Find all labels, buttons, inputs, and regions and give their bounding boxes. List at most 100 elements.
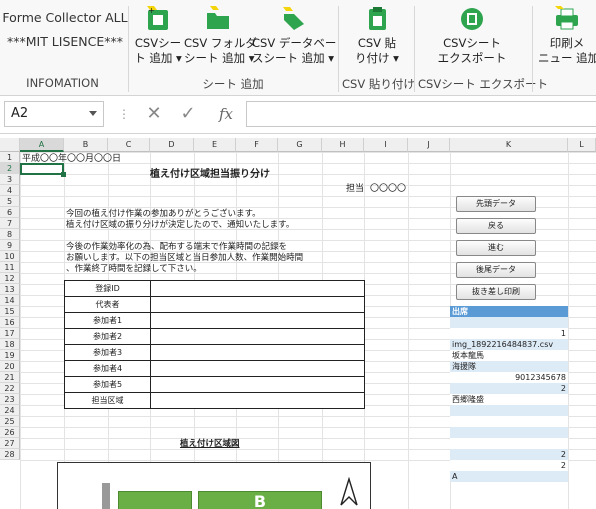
- column-header-f[interactable]: F: [236, 138, 278, 152]
- table-value-cell[interactable]: [150, 392, 365, 409]
- row-header-19[interactable]: 19: [0, 350, 20, 361]
- table-label-cell[interactable]: 代表者: [64, 296, 151, 313]
- column-header-g[interactable]: G: [278, 138, 322, 152]
- column-header-c[interactable]: C: [108, 138, 150, 152]
- formula-input[interactable]: [246, 101, 596, 127]
- row-header-18[interactable]: 18: [0, 339, 20, 350]
- selected-cell[interactable]: [20, 163, 64, 175]
- tanto-label[interactable]: 担当: [346, 181, 364, 194]
- csv-sheet-export-button[interactable]: CSVシート エクスポート: [420, 4, 524, 66]
- table-value-cell[interactable]: [150, 360, 365, 377]
- notice-line-5[interactable]: 、作業終了時間を記録して下さい。: [66, 262, 202, 274]
- column-header-i[interactable]: I: [364, 138, 408, 152]
- k-data-cell[interactable]: 9012345678: [450, 372, 568, 383]
- k-data-cell[interactable]: 1: [450, 328, 568, 339]
- row-header-8[interactable]: 8: [0, 229, 20, 240]
- table-label-cell[interactable]: 参加者1: [64, 312, 151, 329]
- k-data-cell[interactable]: [450, 317, 568, 328]
- row-header-20[interactable]: 20: [0, 361, 20, 372]
- map-title[interactable]: 植え付け区域図: [180, 437, 240, 449]
- print-menu-add-button[interactable]: 印刷メ ニュー 追加: [538, 4, 596, 66]
- spreadsheet-grid[interactable]: ABCDEFGHIJKL 1 2 3 4 5 6 7 8 9 10 11 12 13 14 15 16 17 18…: [0, 134, 596, 509]
- chevron-down-icon[interactable]: [89, 111, 97, 116]
- row-header-6[interactable]: 6: [0, 207, 20, 218]
- table-value-cell[interactable]: [150, 296, 365, 313]
- table-row[interactable]: 参加者3: [64, 344, 365, 361]
- table-row[interactable]: 参加者4: [64, 360, 365, 377]
- table-value-cell[interactable]: [150, 312, 365, 329]
- row-header-27[interactable]: 27: [0, 438, 20, 449]
- row-header-9[interactable]: 9: [0, 240, 20, 251]
- back-button[interactable]: 戻る: [456, 218, 536, 234]
- csv-paste-button[interactable]: CSV 貼 り付け ▾: [342, 4, 412, 66]
- column-header-h[interactable]: H: [322, 138, 364, 152]
- k-header-cell[interactable]: 出席: [450, 306, 568, 317]
- row-header-28[interactable]: 28: [0, 449, 20, 460]
- table-row[interactable]: 参加者5: [64, 376, 365, 393]
- k-data-cell[interactable]: 海援隊: [450, 361, 568, 372]
- row-header-14[interactable]: 14: [0, 295, 20, 306]
- row-header-1[interactable]: 1: [0, 152, 20, 163]
- row-header-4[interactable]: 4: [0, 185, 20, 196]
- table-label-cell[interactable]: 参加者4: [64, 360, 151, 377]
- tanto-value[interactable]: 〇〇〇〇: [370, 181, 406, 194]
- column-header-a[interactable]: A: [20, 138, 64, 152]
- row-header-24[interactable]: 24: [0, 405, 20, 416]
- k-data-cell[interactable]: [450, 438, 568, 449]
- extract-print-button[interactable]: 抜き差し印刷: [456, 284, 536, 300]
- row-header-5[interactable]: 5: [0, 196, 20, 207]
- row-header-26[interactable]: 26: [0, 427, 20, 438]
- row-header-22[interactable]: 22: [0, 383, 20, 394]
- row-header-21[interactable]: 21: [0, 372, 20, 383]
- k-data-cell[interactable]: 2: [450, 460, 568, 471]
- k-data-cell[interactable]: [450, 416, 568, 427]
- row-header-17[interactable]: 17: [0, 328, 20, 339]
- table-value-cell[interactable]: [150, 344, 365, 361]
- k-data-cell[interactable]: A: [450, 471, 568, 482]
- registration-table[interactable]: 登録ID 代表者 参加者1 参加者2 参加者3 参加者4 参加者5 担当区域: [64, 280, 365, 409]
- column-header-b[interactable]: B: [64, 138, 108, 152]
- k-data-cell[interactable]: 坂本龍馬: [450, 350, 568, 361]
- table-row[interactable]: 参加者2: [64, 328, 365, 345]
- table-label-cell[interactable]: 担当区域: [64, 392, 151, 409]
- row-header-13[interactable]: 13: [0, 284, 20, 295]
- k-data-cell[interactable]: [450, 405, 568, 416]
- more-options-icon[interactable]: ⋮: [112, 102, 136, 126]
- row-header-7[interactable]: 7: [0, 218, 20, 229]
- select-all-corner[interactable]: [0, 138, 20, 152]
- table-value-cell[interactable]: [150, 328, 365, 345]
- name-box[interactable]: A2: [4, 101, 104, 127]
- table-label-cell[interactable]: 登録ID: [64, 280, 151, 297]
- row-header-25[interactable]: 25: [0, 416, 20, 427]
- k-data-cell[interactable]: img_1892216484837.csv: [450, 339, 568, 350]
- sheet-title[interactable]: 植え付け区域担当振り分け: [150, 165, 270, 180]
- table-value-cell[interactable]: [150, 376, 365, 393]
- row-header-23[interactable]: 23: [0, 394, 20, 405]
- k-data-cell[interactable]: 西郷隆盛: [450, 394, 568, 405]
- csv-sheet-add-button[interactable]: + CSVシー ト 追加 ▾: [132, 4, 184, 66]
- csv-database-add-button[interactable]: CSV データベー スシート 追加 ▾: [252, 4, 336, 66]
- table-row[interactable]: 代表者: [64, 296, 365, 313]
- column-header-d[interactable]: D: [150, 138, 194, 152]
- table-row[interactable]: 参加者1: [64, 312, 365, 329]
- column-header-k[interactable]: K: [450, 138, 568, 152]
- k-data-cell[interactable]: [450, 427, 568, 438]
- cancel-icon[interactable]: ✕: [142, 102, 166, 126]
- row-header-11[interactable]: 11: [0, 262, 20, 273]
- enter-icon[interactable]: ✓: [176, 102, 200, 126]
- insert-function-icon[interactable]: fx: [214, 102, 238, 126]
- row-header-16[interactable]: 16: [0, 317, 20, 328]
- first-data-button[interactable]: 先頭データ: [456, 196, 536, 212]
- row-header-2[interactable]: 2: [0, 163, 20, 174]
- date-cell[interactable]: 平成〇〇年〇〇月〇〇日: [22, 151, 121, 164]
- table-label-cell[interactable]: 参加者5: [64, 376, 151, 393]
- fill-handle[interactable]: [61, 172, 66, 177]
- table-label-cell[interactable]: 参加者2: [64, 328, 151, 345]
- last-data-button[interactable]: 後尾データ: [456, 262, 536, 278]
- row-header-15[interactable]: 15: [0, 306, 20, 317]
- csv-folder-add-button[interactable]: CSV フォルダ シート 追加 ▾: [184, 4, 257, 66]
- next-button[interactable]: 進む: [456, 240, 536, 256]
- notice-line-2[interactable]: 植え付け区域の振り分けが決定したので、通知いたします。: [66, 218, 294, 230]
- table-label-cell[interactable]: 参加者3: [64, 344, 151, 361]
- k-data-cell[interactable]: 2: [450, 449, 568, 460]
